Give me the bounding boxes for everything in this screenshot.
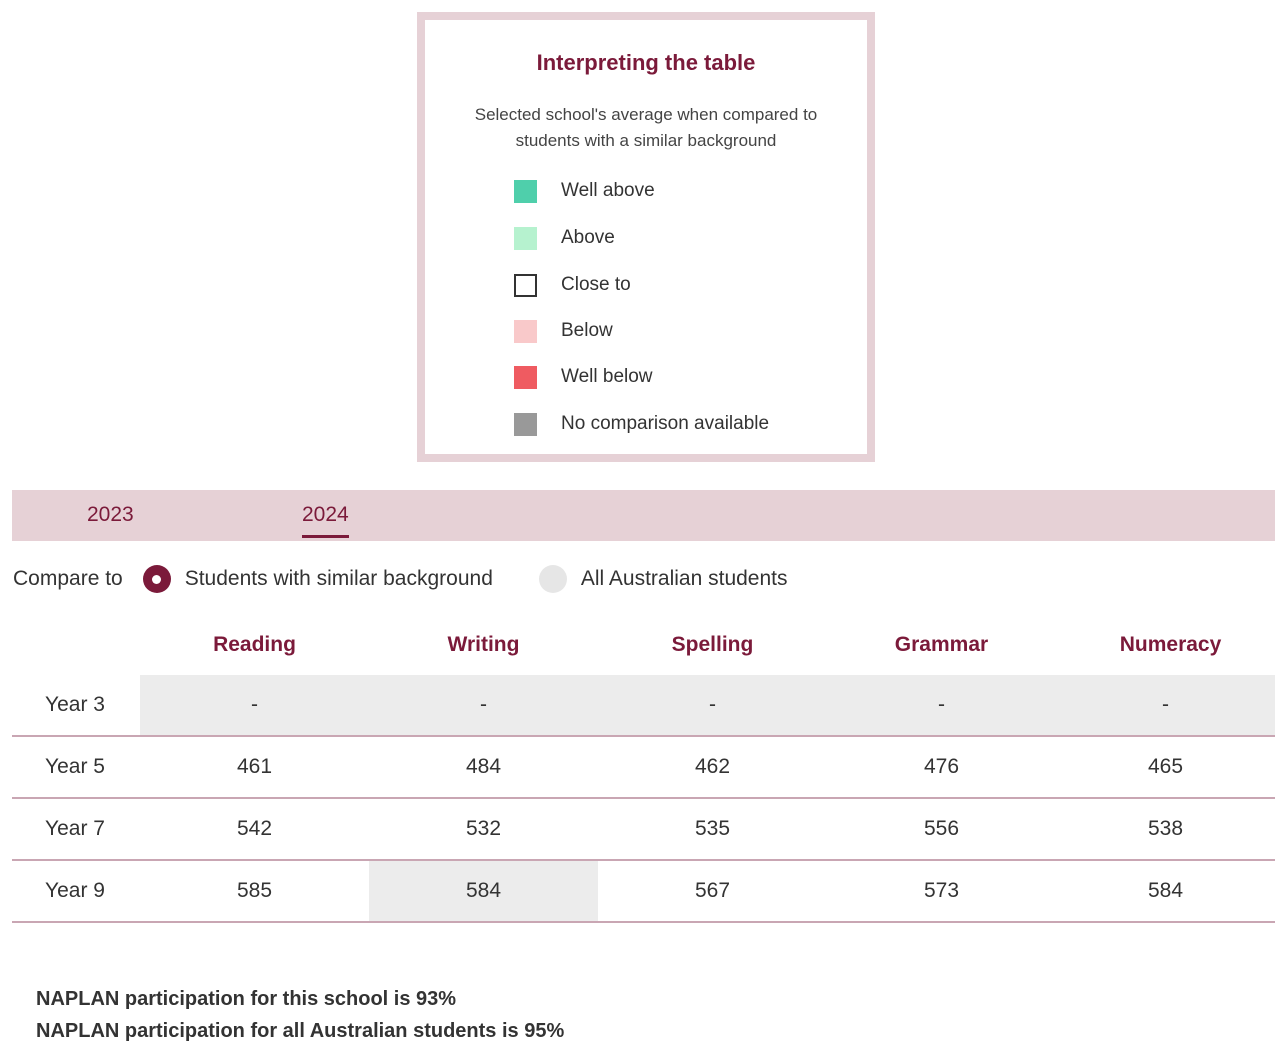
well-below-swatch (514, 365, 537, 389)
well-above-swatch (514, 179, 537, 203)
table-cell: 567 (694, 879, 731, 902)
results-table: Reading Writing Spelling Grammar Numerac… (12, 615, 1275, 923)
legend-item-no-comparison: No comparison available (514, 412, 769, 436)
legend-item-label: No comparison available (561, 413, 770, 434)
legend-subtitle-line-2: students with a similar background (515, 131, 777, 150)
table-cell: 556 (923, 817, 960, 840)
year-tab-bar: 2023 2024 (12, 490, 1275, 541)
table-row-year-5: Year 5 461 484 462 476 465 (12, 737, 1275, 799)
below-swatch (514, 319, 537, 343)
table-cell: - (598, 675, 827, 735)
table-cell: 542 (236, 817, 273, 840)
row-label: Year 7 (45, 817, 105, 840)
legend-item-label: Close to (561, 274, 631, 295)
table-cell: 584 (369, 861, 598, 921)
table-header: Reading Writing Spelling Grammar Numerac… (12, 615, 1275, 675)
table-cell: - (827, 675, 1056, 735)
legend-subtitle: Selected school's average when compared … (455, 102, 837, 154)
radio-selected-dot (152, 574, 162, 584)
legend-title: Interpreting the table (536, 50, 756, 75)
column-header-spelling: Spelling (671, 633, 754, 656)
table-cell: 532 (465, 817, 502, 840)
legend-subtitle-line-1: Selected school's average when compared … (474, 105, 818, 124)
column-header-grammar: Grammar (894, 633, 989, 656)
legend-item-above: Above (514, 226, 615, 250)
table-cell: - (140, 675, 369, 735)
table-cell: 461 (236, 755, 273, 778)
legend-item-label: Well above (561, 180, 655, 201)
australia-participation-text: NAPLAN participation for all Australian … (36, 1020, 565, 1042)
column-header-reading: Reading (213, 633, 296, 656)
table-cell: 585 (236, 879, 273, 902)
legend-panel: Interpreting the table Selected school's… (417, 12, 875, 462)
table-row-year-9: Year 9 585 584 567 573 584 (12, 861, 1275, 923)
column-header-writing: Writing (447, 633, 520, 656)
table-cell: 476 (923, 755, 960, 778)
row-label: Year 5 (45, 755, 105, 778)
school-participation-text: NAPLAN participation for this school is … (36, 988, 457, 1010)
table-row-year-7: Year 7 542 532 535 556 538 (12, 799, 1275, 861)
legend-item-below: Below (514, 319, 613, 343)
table-cell: 573 (923, 879, 960, 902)
table-row-year-3: Year 3 - - - - - (12, 675, 1275, 737)
tab-2023[interactable]: 2023 (87, 503, 134, 527)
above-swatch (514, 226, 537, 250)
legend-item-well-above: Well above (514, 179, 655, 203)
compare-to-row: Compare to Students with similar backgro… (13, 564, 788, 594)
table-cell: 462 (694, 755, 731, 778)
table-cell: 538 (1147, 817, 1184, 840)
legend-item-label: Below (561, 320, 613, 341)
table-cell: - (1056, 675, 1275, 735)
compare-to-label: Compare to (13, 567, 123, 590)
table-cell: 465 (1147, 755, 1184, 778)
similar-background-radio[interactable] (142, 565, 171, 593)
row-label: Year 3 (45, 693, 105, 716)
legend-item-close-to: Close to (514, 273, 631, 297)
table-cell: 584 (1147, 879, 1184, 902)
close-to-swatch (514, 273, 537, 297)
legend-item-label: Above (561, 227, 615, 248)
table-cell: 535 (694, 817, 731, 840)
legend-item-label: Well below (561, 366, 653, 387)
row-label: Year 9 (45, 879, 105, 902)
no-comparison-swatch (514, 412, 537, 436)
table-cell: 484 (465, 755, 502, 778)
similar-background-label[interactable]: Students with similar background (185, 567, 493, 591)
legend-item-well-below: Well below (514, 365, 653, 389)
table-cell: - (369, 675, 598, 735)
all-australian-label[interactable]: All Australian students (581, 567, 788, 591)
column-header-numeracy: Numeracy (1119, 633, 1222, 656)
all-australian-radio[interactable] (538, 565, 567, 593)
tab-2024[interactable]: 2024 (302, 503, 349, 538)
